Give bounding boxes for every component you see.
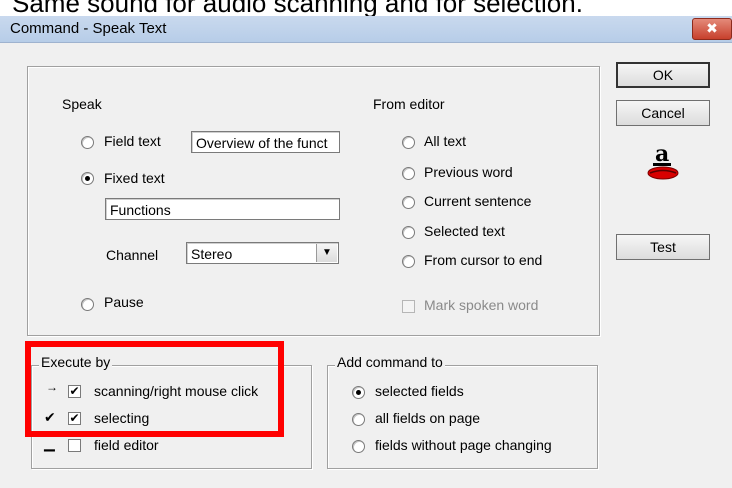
close-icon: ✖ [706, 20, 718, 36]
from-editor-radio-current-sentence[interactable] [402, 196, 415, 209]
field-editor-checkbox[interactable] [68, 439, 81, 452]
from-editor-radio-all-text[interactable] [402, 136, 415, 149]
from-editor-option-selected-text[interactable]: Selected text [424, 223, 505, 239]
from-editor-option-all-text[interactable]: All text [424, 133, 466, 149]
from-editor-option-previous-word[interactable]: Previous word [424, 164, 513, 180]
add-command-to-label: Add command to [335, 354, 445, 370]
fixed-text-label[interactable]: Fixed text [104, 170, 165, 186]
red-highlight-box [25, 341, 284, 437]
field-text-radio[interactable] [81, 136, 94, 149]
window-title: Command - Speak Text [10, 20, 167, 37]
field-text-input[interactable]: Overview of the funct [191, 131, 340, 153]
channel-value: Stereo [191, 246, 233, 262]
pause-radio[interactable] [81, 298, 94, 311]
fixed-text-radio[interactable] [81, 172, 94, 185]
test-button[interactable]: Test [616, 234, 710, 260]
ok-button[interactable]: OK [616, 62, 710, 88]
from-editor-radio-from-cursor[interactable] [402, 255, 415, 268]
channel-select[interactable]: Stereo ▼ [186, 242, 339, 264]
close-button[interactable]: ✖ [692, 18, 732, 40]
from-editor-radio-selected-text[interactable] [402, 226, 415, 239]
mark-spoken-word-label: Mark spoken word [424, 297, 539, 313]
pause-label[interactable]: Pause [104, 294, 144, 310]
from-editor-option-from-cursor[interactable]: From cursor to end [424, 252, 542, 268]
from-editor-radio-previous-word[interactable] [402, 167, 415, 180]
add-command-option-selected-fields[interactable]: selected fields [375, 383, 464, 399]
channel-label: Channel [106, 247, 159, 263]
speak-label: Speak [62, 96, 102, 112]
fixed-text-input[interactable]: Functions [105, 198, 340, 220]
add-command-option-no-page-change[interactable]: fields without page changing [375, 437, 552, 453]
field-editor-label[interactable]: field editor [94, 437, 159, 453]
mark-spoken-word-checkbox[interactable] [402, 300, 415, 313]
add-command-radio-selected-fields[interactable] [352, 386, 365, 399]
from-editor-option-current-sentence[interactable]: Current sentence [424, 193, 531, 209]
field-text-label[interactable]: Field text [104, 133, 161, 149]
add-command-radio-no-page-change[interactable] [352, 440, 365, 453]
underscore-icon: ▁ [44, 435, 55, 451]
cancel-button[interactable]: Cancel [616, 100, 710, 126]
speak-icon: a [641, 139, 685, 185]
add-command-option-all-fields[interactable]: all fields on page [375, 410, 480, 426]
dialog-body: Speak Field text Overview of the funct F… [0, 43, 732, 488]
add-command-radio-all-fields[interactable] [352, 413, 365, 426]
title-bar: Command - Speak Text ✖ [0, 16, 732, 43]
chevron-down-icon[interactable]: ▼ [316, 244, 337, 262]
from-editor-label: From editor [373, 96, 445, 112]
